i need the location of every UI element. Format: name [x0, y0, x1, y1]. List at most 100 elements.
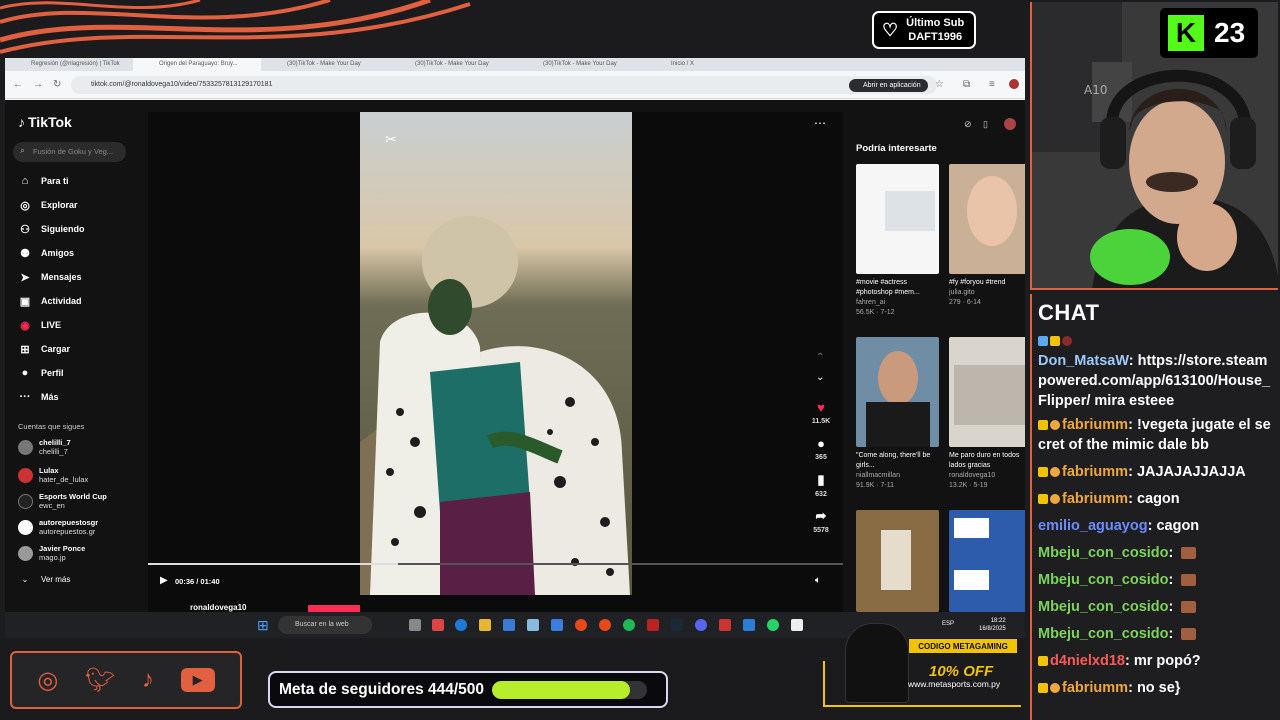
comment-button[interactable]: ● 365: [810, 436, 832, 461]
caption-text: #fy #foryou #trend: [949, 279, 1006, 286]
browser-tab[interactable]: (30)TikTok - Make Your Day: [261, 58, 389, 71]
suggestion-caption[interactable]: #fy #foryou #trend julia.gito 279 · 6-14: [949, 278, 1025, 308]
play-icon[interactable]: ▶: [160, 575, 168, 586]
more-options-icon[interactable]: ⋯: [814, 116, 826, 130]
chevron-down-icon[interactable]: ⌄: [816, 372, 824, 383]
search-input[interactable]: Fusión de Goku y Veg...: [13, 142, 126, 162]
see-more-link[interactable]: ⌄ Ver más: [18, 570, 71, 588]
like-button[interactable]: ♥ 11.5K: [810, 400, 832, 425]
nav-mensajes[interactable]: ➤ Mensajes: [18, 268, 81, 286]
suggestion-thumb[interactable]: [949, 510, 1025, 612]
tiktok-logo[interactable]: ♪ TikTok: [18, 114, 72, 130]
browser-tab[interactable]: Regresión (@nlagresión) | TikTok: [5, 58, 133, 71]
device-icon[interactable]: ▯: [983, 119, 988, 130]
goal-progress-bar: [492, 680, 648, 699]
volume-icon[interactable]: 🔈︎: [815, 575, 821, 586]
user-avatar[interactable]: [1004, 118, 1016, 130]
suggestion-thumb[interactable]: [856, 164, 939, 274]
clock-date: 16/8/2025: [979, 626, 1006, 632]
extensions-icon[interactable]: ⧉: [963, 79, 970, 90]
taskbar-search[interactable]: Buscar en la web: [278, 616, 372, 634]
steam-icon[interactable]: [671, 619, 683, 631]
nav-para-ti[interactable]: ⌂ Para ti: [18, 172, 69, 190]
follow-button[interactable]: [308, 605, 360, 612]
search-icon: ⌕: [20, 145, 26, 155]
followed-account[interactable]: Lulax hater_de_lulax: [18, 466, 88, 484]
whatsapp-icon[interactable]: [767, 619, 779, 631]
chat-username: Don_MatsaW: [1038, 353, 1129, 369]
nav-mas[interactable]: ··· Más: [18, 388, 59, 406]
nav-explorar[interactable]: ◎ Explorar: [18, 196, 77, 214]
app-icon[interactable]: [503, 619, 515, 631]
browser-tab[interactable]: (30)TikTok - Make Your Day: [517, 58, 645, 71]
nav-amigos[interactable]: ⚉ Amigos: [18, 244, 74, 262]
suggestion-thumb[interactable]: [949, 337, 1025, 447]
suggestion-thumb[interactable]: [949, 164, 1025, 274]
chat-username: fabriumm: [1062, 491, 1129, 507]
url-field[interactable]: tiktok.com/@ronaldovega10/video/75332578…: [71, 76, 937, 94]
vscode-icon[interactable]: [743, 619, 755, 631]
account-name: chelilli_7: [39, 438, 71, 447]
suggestion-caption[interactable]: "Come along, there'll be girls... niallma…: [856, 451, 942, 491]
app-icon[interactable]: [647, 619, 659, 631]
spotify-icon[interactable]: [623, 619, 635, 631]
thumb-image: [967, 176, 1017, 246]
messages-icon: ➤: [20, 271, 30, 284]
taskview-icon[interactable]: [409, 619, 421, 631]
outlook-icon[interactable]: [551, 619, 563, 631]
settings-icon[interactable]: ⊘: [964, 119, 972, 130]
emote-icon: [1181, 628, 1197, 640]
video-frame[interactable]: ✂: [360, 112, 632, 595]
suggestion-caption[interactable]: Me paro duro en todos lados gracias ronal…: [949, 451, 1025, 491]
menu-icon[interactable]: ≡: [989, 79, 995, 90]
twitter-icon: 🐦︎: [84, 666, 116, 694]
app-icon[interactable]: [719, 619, 731, 631]
chat-username: Mbeju_con_cosido: [1038, 572, 1169, 588]
chevron-up-icon[interactable]: ⌃: [816, 352, 824, 363]
app-icon[interactable]: [432, 619, 444, 631]
followed-account[interactable]: chelilli_7 chelilli_7: [18, 438, 71, 456]
profile-avatar[interactable]: [1009, 79, 1019, 89]
back-icon[interactable]: ←: [13, 79, 23, 90]
avatar: [18, 467, 33, 483]
video-author[interactable]: ronaldovega10: [190, 603, 246, 612]
chrome-icon[interactable]: [599, 619, 611, 631]
nav-siguiendo[interactable]: ⚇ Siguiendo: [18, 220, 84, 238]
nav-label: Más: [41, 392, 59, 402]
video-time: 00:36 / 01:40: [175, 577, 220, 586]
tab-bar: Regresión (@nlagresión) | TikTok Origen …: [5, 58, 1025, 71]
app-icon[interactable]: [791, 619, 803, 631]
bookmark-star-icon[interactable]: ☆: [935, 79, 944, 90]
suggestion-thumb[interactable]: [856, 510, 939, 612]
suggestion-thumb[interactable]: [856, 337, 939, 447]
followed-account[interactable]: Esports World Cup ewc_en: [18, 492, 107, 510]
discord-icon[interactable]: [695, 619, 707, 631]
browser-tab[interactable]: Origen del Paraguayo: Bruy...: [133, 58, 261, 71]
forward-icon[interactable]: →: [33, 79, 43, 90]
suggestion-caption[interactable]: #movie #actress #photoshop #mem... fahren…: [856, 278, 942, 318]
share-button[interactable]: ➦ 5578: [810, 508, 832, 534]
windows-start-icon[interactable]: ⊞: [257, 617, 269, 634]
chat-panel: CHAT Don_MatsaW: https://store.steampowe…: [1030, 294, 1280, 720]
browser-tab[interactable]: (30)TikTok - Make Your Day: [389, 58, 517, 71]
file-explorer-icon[interactable]: [479, 619, 491, 631]
save-button[interactable]: ▮ 632: [810, 472, 832, 498]
language-indicator[interactable]: ESP: [942, 621, 954, 627]
reload-icon[interactable]: ↻: [53, 79, 61, 90]
caption-text: "Come along, there'll be girls...: [856, 452, 931, 469]
edge-icon[interactable]: [455, 619, 467, 631]
nav-perfil[interactable]: ● Perfil: [18, 364, 64, 382]
chat-username: fabriumm: [1062, 464, 1129, 480]
followed-account[interactable]: autorepuestosgr autorepuestos.gr: [18, 518, 98, 536]
followed-account[interactable]: Javier Ponce mago.jp: [18, 544, 85, 562]
nav-live[interactable]: ◉ LIVE: [18, 316, 61, 334]
open-in-app-button[interactable]: Abrir en aplicación: [849, 79, 928, 92]
nav-actividad[interactable]: ▣ Actividad: [18, 292, 82, 310]
caption-user: fahren_ai: [856, 299, 886, 306]
nav-cargar[interactable]: ⊞ Cargar: [18, 340, 70, 358]
browser-tab[interactable]: Inicio / X: [645, 58, 773, 71]
taskbar-clock[interactable]: 18:22 16/8/2025: [979, 617, 1006, 633]
app-icon[interactable]: [527, 619, 539, 631]
chrome-icon[interactable]: [575, 619, 587, 631]
tiktok-page: ♪ TikTok Fusión de Goku y Veg... ⌕ ⌂ Para …: [5, 100, 1025, 612]
